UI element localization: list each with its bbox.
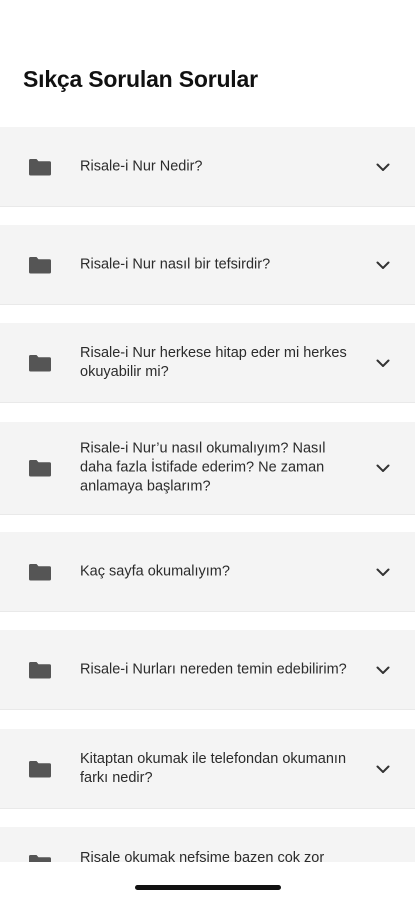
faq-question: Risale-i Nurları nereden temin edebiliri… [80,661,347,677]
faq-item[interactable]: Risale okumak nefsime bazen çok zor [0,827,415,862]
folder-icon [28,562,52,582]
faq-item[interactable]: Kaç sayfa okumalıyım? [0,532,415,612]
faq-item[interactable]: Risale-i Nur Nedir? [0,127,415,207]
folder-icon [28,853,52,862]
faq-question: Risale-i Nur Nedir? [80,158,203,174]
folder-icon [28,660,52,680]
home-indicator[interactable] [135,885,281,890]
faq-question: Kaç sayfa okumalıyım? [80,563,230,579]
folder-icon [28,157,52,177]
faq-question: Risale-i Nur herkese hitap eder mi herke… [80,344,347,380]
faq-item[interactable]: Risale-i Nur herkese hitap eder mi herke… [0,323,415,403]
folder-icon [28,255,52,275]
chevron-down-icon[interactable] [376,765,390,774]
chevron-down-icon[interactable] [376,359,390,368]
faq-item[interactable]: Risale-i Nur nasıl bir tefsirdir? [0,225,415,305]
faq-question: Risale-i Nur nasıl bir tefsirdir? [80,256,271,272]
faq-question: Risale okumak nefsime bazen çok zor [80,850,325,862]
chevron-down-icon[interactable] [376,261,390,270]
faq-list: Risale-i Nur Nedir? Risale-i Nur nasıl b… [0,127,415,862]
faq-question: Kitaptan okumak ile telefondan okumanın … [80,750,347,786]
faq-item[interactable]: Risale-i Nur’u nasıl okumalıyım? Nasıl d… [0,422,415,515]
chevron-down-icon[interactable] [376,666,390,675]
faq-item[interactable]: Risale-i Nurları nereden temin edebiliri… [0,630,415,710]
folder-icon [28,458,52,478]
folder-icon [28,759,52,779]
chevron-down-icon[interactable] [376,163,390,172]
chevron-down-icon[interactable] [376,568,390,577]
faq-item[interactable]: Kitaptan okumak ile telefondan okumanın … [0,729,415,809]
folder-icon [28,353,52,373]
chevron-down-icon[interactable] [376,464,390,473]
faq-question: Risale-i Nur’u nasıl okumalıyım? Nasıl d… [80,440,326,495]
page-title: Sıkça Sorulan Sorular [23,66,258,92]
